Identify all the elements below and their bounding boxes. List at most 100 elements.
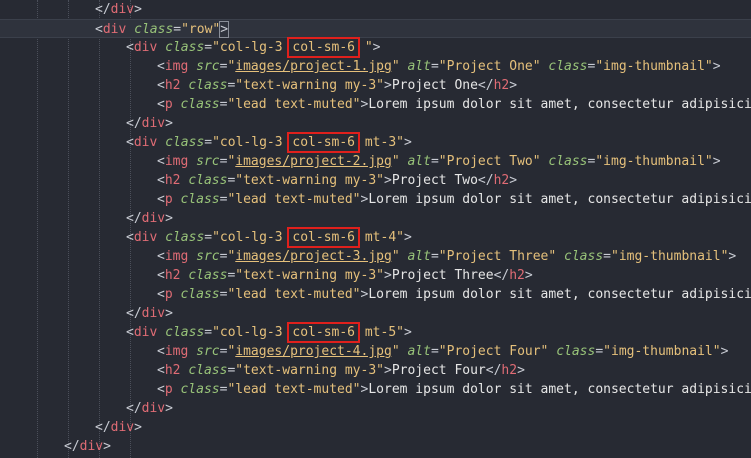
code-token-punc: <	[157, 268, 165, 283]
code-token-str: "col-lg-3	[212, 230, 291, 245]
code-token-str: "text-warning my-3"	[235, 173, 384, 188]
code-token-str: "	[391, 59, 400, 74]
code-token-str: "	[391, 249, 400, 264]
code-token-punc: <	[157, 287, 165, 302]
code-token-tag: div	[141, 116, 166, 131]
code-token-tag: div	[141, 211, 166, 226]
code-line[interactable]: <img src="images/project-2.jpg" alt="Pro…	[0, 152, 751, 171]
code-token-punc: >	[219, 21, 230, 38]
code-token-text: Project Four	[391, 363, 486, 378]
highlighted-class-token: col-sm-6	[287, 132, 360, 153]
code-token-str: "lead text-muted"	[227, 287, 361, 302]
code-token-tag: p	[164, 192, 173, 207]
code-token-punc: <	[157, 154, 165, 169]
code-token-tag: div	[110, 420, 135, 435]
code-line[interactable]: </div>	[0, 437, 751, 456]
code-token-tag: div	[133, 40, 158, 55]
code-token-eq: =	[430, 154, 439, 169]
code-token-url: images/project-3.jpg	[235, 249, 392, 264]
code-token-punc: </	[493, 268, 510, 283]
code-token-tag: h2	[164, 173, 181, 188]
code-line-current[interactable]: <div class="row">	[0, 19, 751, 38]
code-token-str: "col-lg-3	[212, 135, 291, 150]
code-token-str: "lead text-muted"	[227, 97, 361, 112]
code-token-str: "img-thumbnail"	[595, 59, 713, 74]
code-token-str: "img-thumbnail"	[611, 249, 729, 264]
code-token-punc: >	[384, 268, 392, 283]
code-line[interactable]: <h2 class="text-warning my-3">Project Fo…	[0, 361, 751, 380]
code-token-tag: h2	[164, 363, 181, 378]
code-token-tag: h2	[509, 268, 525, 283]
code-line[interactable]: </div>	[0, 209, 751, 228]
code-token-attr: class	[180, 382, 220, 397]
code-token-tag: h2	[164, 78, 181, 93]
code-token-tag: div	[102, 22, 127, 37]
code-token-tag: p	[164, 382, 173, 397]
code-token-punc: >	[712, 59, 721, 74]
code-token-attr: class	[188, 78, 228, 93]
code-token-str: "text-warning my-3"	[235, 78, 384, 93]
code-line[interactable]: </div>	[0, 399, 751, 418]
code-token-punc: <	[157, 59, 165, 74]
code-token-punc: </	[126, 211, 142, 226]
highlighted-class-token: col-sm-6	[287, 322, 360, 343]
code-token-punc: </	[64, 439, 80, 454]
code-token-punc: </	[477, 78, 494, 93]
code-token-punc: >	[403, 325, 412, 340]
code-token-attr: alt	[407, 154, 431, 169]
code-line[interactable]: </div>	[0, 114, 751, 133]
code-line[interactable]: <img src="images/project-3.jpg" alt="Pro…	[0, 247, 751, 266]
code-line[interactable]: <div class="col-lg-3 col-sm-6 mt-5">	[0, 322, 751, 343]
code-line[interactable]: </div>	[0, 304, 751, 323]
code-token-attr: class	[180, 287, 220, 302]
code-token-tag: img	[164, 154, 189, 169]
code-line[interactable]: </div>	[0, 418, 751, 437]
code-token-tag: div	[133, 230, 158, 245]
code-line[interactable]: </div>	[0, 0, 751, 19]
code-token-punc: >	[403, 135, 412, 150]
code-token-punc: <	[157, 363, 165, 378]
code-token-tag: div	[133, 135, 158, 150]
code-token-attr: class	[134, 22, 174, 37]
code-token-attr: src	[196, 154, 220, 169]
code-line[interactable]: <p class="lead text-muted">Lorem ipsum d…	[0, 285, 751, 304]
code-token-tag: div	[110, 2, 135, 17]
code-token-eq: =	[430, 59, 439, 74]
code-line[interactable]: <h2 class="text-warning my-3">Project On…	[0, 76, 751, 95]
code-token-tag: div	[79, 439, 104, 454]
code-line[interactable]: <p class="lead text-muted">Lorem ipsum d…	[0, 95, 751, 114]
code-token-str: "	[391, 154, 400, 169]
code-token-str: mt-3"	[357, 135, 404, 150]
code-token-punc: <	[157, 382, 165, 397]
code-token-punc: </	[126, 401, 142, 416]
code-line[interactable]: <div class="col-lg-3 col-sm-6 mt-4">	[0, 227, 751, 248]
code-token-punc: >	[712, 154, 721, 169]
code-token-eq: =	[173, 22, 182, 37]
code-line[interactable]: <img src="images/project-1.jpg" alt="Pro…	[0, 57, 751, 76]
code-token-attr: class	[165, 230, 205, 245]
code-line[interactable]: <div class="col-lg-3 col-sm-6 ">	[0, 37, 751, 58]
code-token-punc: <	[157, 192, 165, 207]
code-token-punc: <	[126, 230, 134, 245]
code-line[interactable]: <p class="lead text-muted">Lorem ipsum d…	[0, 380, 751, 399]
code-editor[interactable]: </div> <div class="row"> <div class="col-l…	[0, 0, 751, 458]
code-token-str: "Project Three"	[438, 249, 557, 264]
code-line[interactable]: <h2 class="text-warning my-3">Project Tw…	[0, 171, 751, 190]
code-token-str: "lead text-muted"	[227, 192, 361, 207]
code-token-punc: >	[384, 363, 392, 378]
code-line[interactable]: <p class="lead text-muted">Lorem ipsum d…	[0, 190, 751, 209]
code-token-str: "Project Two"	[438, 154, 541, 169]
code-token-attr: class	[165, 40, 205, 55]
code-token-str: "lead text-muted"	[227, 382, 361, 397]
code-line[interactable]: <img src="images/project-4.jpg" alt="Pro…	[0, 342, 751, 361]
code-token-attr: class	[548, 154, 588, 169]
code-token-eq: =	[430, 249, 439, 264]
code-token-eq: =	[204, 135, 213, 150]
code-line[interactable]: <div class="col-lg-3 col-sm-6 mt-3">	[0, 132, 751, 153]
code-token-punc: <	[126, 40, 134, 55]
code-line[interactable]: <h2 class="text-warning my-3">Project Th…	[0, 266, 751, 285]
code-token-punc: >	[403, 230, 412, 245]
